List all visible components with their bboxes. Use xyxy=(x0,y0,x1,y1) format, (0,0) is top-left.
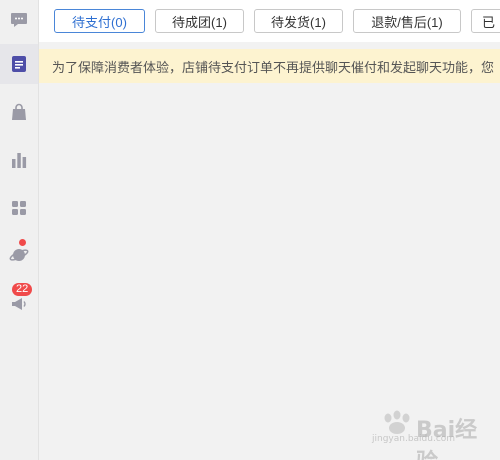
tab-pending-payment[interactable]: 待支付(0) xyxy=(54,9,145,33)
planet-icon xyxy=(9,244,29,264)
sidebar-item-explore[interactable] xyxy=(0,234,38,274)
sidebar-item-apps[interactable] xyxy=(0,188,38,228)
sidebar-item-data[interactable] xyxy=(0,140,38,180)
megaphone-icon xyxy=(10,295,28,313)
sidebar-item-chat[interactable] xyxy=(0,0,38,40)
tab-pending-shipment[interactable]: 待发货(1) xyxy=(254,9,343,33)
apps-grid-icon xyxy=(11,200,27,216)
sidebar-item-announcements[interactable]: 22 xyxy=(0,283,38,324)
sidebar-item-orders[interactable] xyxy=(0,44,38,84)
notice-banner: 为了保障消费者体验，店铺待支付订单不再提供聊天催付和发起聊天功能，您 xyxy=(39,49,500,83)
tab-more[interactable]: 已 xyxy=(471,9,500,33)
watermark-url: jingyan.baidu.com xyxy=(372,434,456,444)
chat-icon xyxy=(10,12,28,28)
sidebar-nav: 22 xyxy=(0,0,39,460)
tab-pending-group[interactable]: 待成团(1) xyxy=(155,9,244,33)
sidebar-item-goods[interactable] xyxy=(0,92,38,132)
main-panel: 待支付(0) 待成团(1) 待发货(1) 退款/售后(1) 已 为了保障消费者体… xyxy=(39,0,500,460)
bar-chart-icon xyxy=(11,151,27,169)
notification-dot xyxy=(19,239,26,246)
tab-refund-aftersale[interactable]: 退款/售后(1) xyxy=(353,9,461,33)
order-status-tabs: 待支付(0) 待成团(1) 待发货(1) 退款/售后(1) 已 xyxy=(39,0,500,42)
shopping-bag-icon xyxy=(11,103,27,121)
notice-text: 为了保障消费者体验，店铺待支付订单不再提供聊天催付和发起聊天功能，您 xyxy=(52,59,495,75)
orders-icon xyxy=(11,55,27,73)
watermark: Bai经验 jingyan.baidu.com xyxy=(368,408,486,460)
unread-badge: 22 xyxy=(12,283,33,296)
